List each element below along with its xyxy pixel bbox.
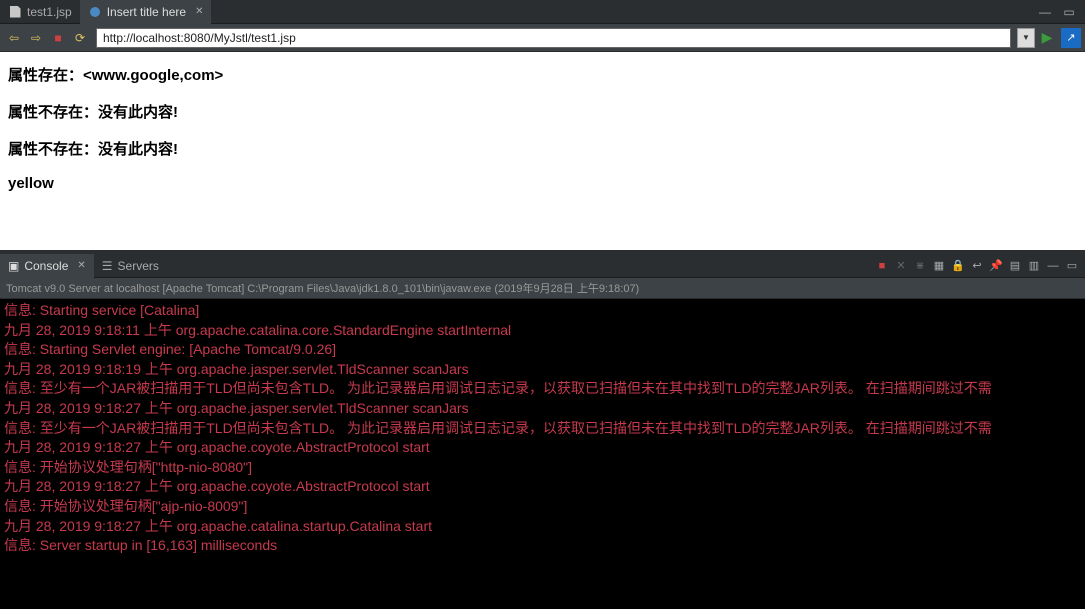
close-icon[interactable]: ✕	[195, 6, 203, 17]
tab-servers-label: Servers	[118, 259, 159, 273]
console-line: 九月 28, 2019 9:18:19 上午 org.apache.jasper…	[4, 360, 1081, 380]
refresh-button[interactable]: ⟳	[70, 28, 90, 48]
window-controls: — ▭	[1037, 4, 1085, 20]
console-line: 信息: Starting service [Catalina]	[4, 301, 1081, 321]
tab-console[interactable]: ▣ Console ✕	[0, 254, 94, 278]
page-line-3: 属性不存在：没有此内容!	[8, 138, 1077, 159]
minimize-view-button[interactable]: —	[1044, 257, 1062, 275]
browser-toolbar: ⇦ ⇨ ■ ⟳ http://localhost:8080/MyJstl/tes…	[0, 24, 1085, 52]
bottom-tabs-bar: ▣ Console ✕ ☰ Servers ■ ✕ ⋇ ▦ 🔒 ↩ 📌 ▤ ▥ …	[0, 254, 1085, 278]
console-line: 信息: Server startup in [16,163] milliseco…	[4, 536, 1081, 556]
console-line: 信息: Starting Servlet engine: [Apache Tom…	[4, 340, 1081, 360]
console-output[interactable]: 信息: Starting service [Catalina]九月 28, 20…	[0, 299, 1085, 609]
minimize-button[interactable]: —	[1037, 4, 1053, 20]
terminate-button[interactable]: ■	[873, 257, 891, 275]
word-wrap-button[interactable]: ↩	[968, 257, 986, 275]
open-console-button[interactable]: ▥	[1025, 257, 1043, 275]
servers-icon: ☰	[102, 259, 113, 273]
console-line: 九月 28, 2019 9:18:27 上午 org.apache.coyote…	[4, 438, 1081, 458]
url-text: http://localhost:8080/MyJstl/test1.jsp	[103, 31, 296, 45]
page-line-4: yellow	[8, 175, 1077, 192]
remove-all-button[interactable]: ⋇	[911, 257, 929, 275]
tab-file[interactable]: test1.jsp	[0, 0, 80, 24]
console-header-text: Tomcat v9.0 Server at localhost [Apache …	[6, 283, 639, 295]
scroll-lock-button[interactable]: 🔒	[949, 257, 967, 275]
globe-icon	[88, 5, 102, 19]
page-line-1: 属性存在：<www.google,com>	[8, 64, 1077, 85]
console-line: 信息: 至少有一个JAR被扫描用于TLD但尚未包含TLD。 为此记录器启用调试日…	[4, 419, 1081, 439]
clear-console-button[interactable]: ▦	[930, 257, 948, 275]
browser-viewport: 属性存在：<www.google,com> 属性不存在：没有此内容! 属性不存在…	[0, 52, 1085, 250]
go-button[interactable]: ▶	[1037, 28, 1057, 48]
back-button[interactable]: ⇦	[4, 28, 24, 48]
console-icon: ▣	[8, 259, 19, 273]
remove-launch-button[interactable]: ✕	[892, 257, 910, 275]
console-line: 信息: 开始协议处理句柄["ajp-nio-8009"]	[4, 497, 1081, 517]
console-line: 九月 28, 2019 9:18:27 上午 org.apache.jasper…	[4, 399, 1081, 419]
pin-console-button[interactable]: 📌	[987, 257, 1005, 275]
display-selected-button[interactable]: ▤	[1006, 257, 1024, 275]
console-line: 九月 28, 2019 9:18:27 上午 org.apache.coyote…	[4, 477, 1081, 497]
console-header: Tomcat v9.0 Server at localhost [Apache …	[0, 278, 1085, 299]
stop-button[interactable]: ■	[48, 28, 68, 48]
close-icon[interactable]: ✕	[77, 260, 85, 271]
open-external-button[interactable]: ↗	[1061, 28, 1081, 48]
page-line-2: 属性不存在：没有此内容!	[8, 101, 1077, 122]
console-toolbar: ■ ✕ ⋇ ▦ 🔒 ↩ 📌 ▤ ▥ — ▭	[873, 257, 1085, 275]
maximize-button[interactable]: ▭	[1061, 4, 1077, 20]
tab-browser[interactable]: Insert title here ✕	[80, 0, 212, 24]
tab-file-label: test1.jsp	[27, 5, 72, 19]
editor-tabs-bar: test1.jsp Insert title here ✕ — ▭	[0, 0, 1085, 24]
tab-console-label: Console	[24, 259, 68, 273]
console-line: 九月 28, 2019 9:18:11 上午 org.apache.catali…	[4, 321, 1081, 341]
tab-browser-label: Insert title here	[107, 5, 186, 19]
tab-servers[interactable]: ☰ Servers	[94, 254, 167, 278]
console-line: 信息: 至少有一个JAR被扫描用于TLD但尚未包含TLD。 为此记录器启用调试日…	[4, 379, 1081, 399]
maximize-view-button[interactable]: ▭	[1063, 257, 1081, 275]
forward-button[interactable]: ⇨	[26, 28, 46, 48]
url-input[interactable]: http://localhost:8080/MyJstl/test1.jsp	[96, 28, 1011, 48]
console-line: 九月 28, 2019 9:18:27 上午 org.apache.catali…	[4, 517, 1081, 537]
jsp-file-icon	[8, 5, 22, 19]
url-dropdown-button[interactable]: ▼	[1017, 28, 1035, 48]
console-line: 信息: 开始协议处理句柄["http-nio-8080"]	[4, 458, 1081, 478]
